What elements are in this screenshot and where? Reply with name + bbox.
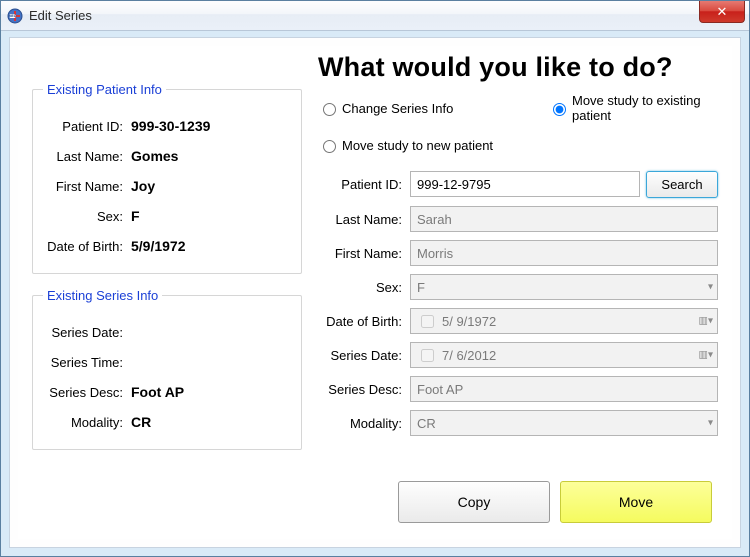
label-last-name: Last Name:: [43, 149, 131, 164]
radio-move-existing[interactable]: [553, 103, 566, 116]
modality-combobox: CR ▾: [410, 410, 718, 436]
titlebar: MED Edit Series ✕: [1, 1, 749, 31]
close-button[interactable]: ✕: [699, 1, 745, 23]
label-modality: Modality:: [43, 415, 131, 430]
form-label-patient-id: Patient ID:: [318, 177, 410, 192]
right-column: What would you like to do? Change Series…: [318, 52, 718, 529]
sex-combobox-value: F: [417, 280, 425, 295]
client-area: Existing Patient Info Patient ID: 999-30…: [9, 37, 741, 548]
series-desc-input: [410, 376, 718, 402]
radio-move-new[interactable]: [323, 140, 336, 153]
app-icon: MED: [7, 8, 23, 24]
close-icon: ✕: [717, 4, 728, 20]
page-heading: What would you like to do?: [318, 52, 718, 83]
edit-series-window: MED Edit Series ✕ Existing Patient Info …: [0, 0, 750, 557]
chevron-down-icon: ▾: [708, 282, 713, 293]
label-first-name: First Name:: [43, 179, 131, 194]
existing-patient-legend: Existing Patient Info: [43, 82, 166, 97]
action-buttons: Copy Move: [398, 481, 712, 523]
value-dob: 5/9/1972: [131, 238, 186, 254]
form-label-last-name: Last Name:: [318, 212, 410, 227]
value-series-desc: Foot AP: [131, 384, 184, 400]
sex-combobox: F ▾: [410, 274, 718, 300]
series-date-enable-checkbox: [421, 349, 434, 362]
label-patient-id: Patient ID:: [43, 119, 131, 134]
radio-change-series[interactable]: [323, 103, 336, 116]
patient-id-input[interactable]: [410, 171, 640, 197]
label-series-time: Series Time:: [43, 355, 131, 370]
value-sex: F: [131, 208, 140, 224]
existing-patient-group: Existing Patient Info Patient ID: 999-30…: [32, 82, 302, 274]
window-title: Edit Series: [29, 8, 92, 23]
modality-combobox-value: CR: [417, 416, 436, 431]
series-date-datepicker: 7/ 6/2012 ▥▾: [410, 342, 718, 368]
value-patient-id: 999-30-1239: [131, 118, 210, 134]
radio-change-series-label[interactable]: Change Series Info: [342, 101, 453, 116]
form-label-modality: Modality:: [318, 416, 410, 431]
radio-move-existing-label[interactable]: Move study to existing patient: [572, 93, 718, 123]
form-label-first-name: First Name:: [318, 246, 410, 261]
label-dob: Date of Birth:: [43, 239, 131, 254]
last-name-input: [410, 206, 718, 232]
form-label-sex: Sex:: [318, 280, 410, 295]
label-series-desc: Series Desc:: [43, 385, 131, 400]
first-name-input: [410, 240, 718, 266]
label-sex: Sex:: [43, 209, 131, 224]
svg-text:MED: MED: [9, 14, 17, 18]
left-column: Existing Patient Info Patient ID: 999-30…: [32, 82, 302, 464]
dob-value: 5/ 9/1972: [442, 314, 711, 329]
move-button[interactable]: Move: [560, 481, 712, 523]
value-last-name: Gomes: [131, 148, 178, 164]
existing-series-legend: Existing Series Info: [43, 288, 162, 303]
dob-datepicker: 5/ 9/1972 ▥▾: [410, 308, 718, 334]
value-modality: CR: [131, 414, 151, 430]
label-series-date: Series Date:: [43, 325, 131, 340]
search-button[interactable]: Search: [646, 171, 718, 198]
form-label-dob: Date of Birth:: [318, 314, 410, 329]
existing-series-group: Existing Series Info Series Date: Series…: [32, 288, 302, 450]
radio-move-new-label[interactable]: Move study to new patient: [342, 138, 493, 153]
chevron-down-icon: ▾: [708, 418, 713, 429]
form-label-series-desc: Series Desc:: [318, 382, 410, 397]
option-radio-group: Change Series Info Move study to existin…: [318, 89, 718, 157]
copy-button[interactable]: Copy: [398, 481, 550, 523]
dob-enable-checkbox: [421, 315, 434, 328]
value-first-name: Joy: [131, 178, 155, 194]
series-date-value: 7/ 6/2012: [442, 348, 711, 363]
form-label-series-date: Series Date:: [318, 348, 410, 363]
